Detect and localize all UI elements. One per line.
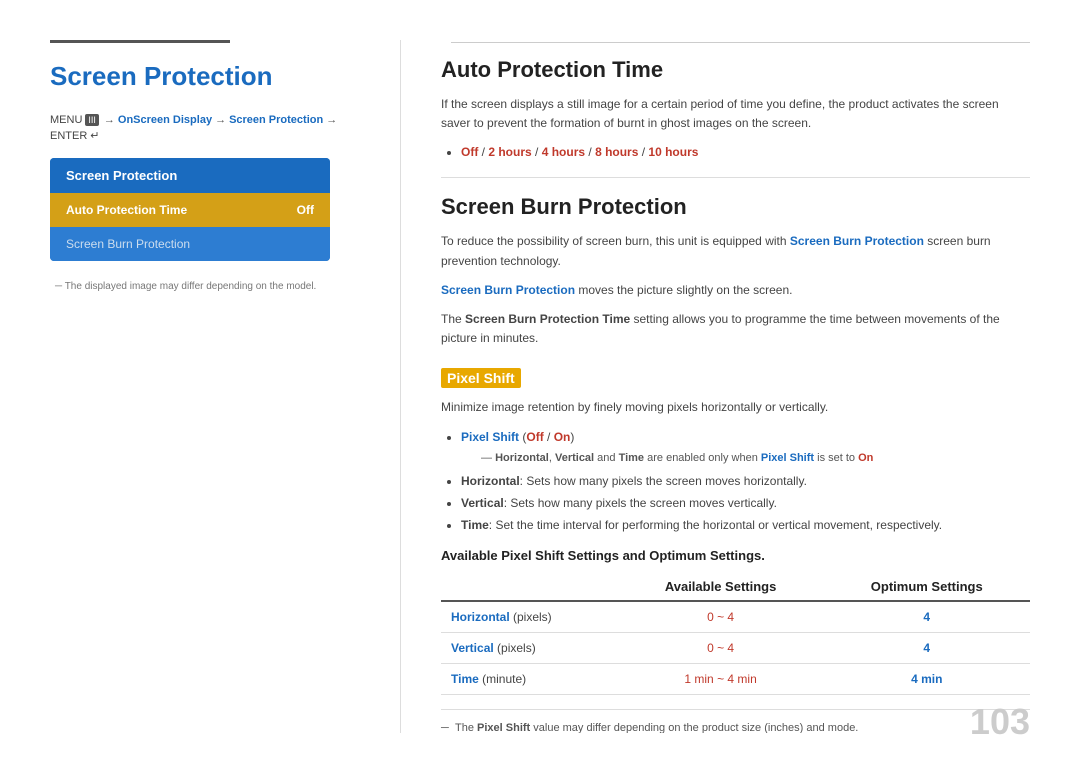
section-screen-burn: Screen Burn Protection To reduce the pos… [441, 194, 1030, 733]
nav-menu-box: Screen Protection Auto Protection Time O… [50, 158, 330, 261]
arrow3: → [326, 114, 337, 126]
time-label: Time [619, 452, 644, 464]
top-bar-right [451, 42, 1030, 43]
breadcrumb-enter: ENTER [50, 130, 87, 142]
section2-desc1: To reduce the possibility of screen burn… [441, 232, 1030, 270]
right-panel: Auto Protection Time If the screen displ… [431, 40, 1030, 733]
table-cell-horiz-optimum: 4 [823, 601, 1030, 633]
section2-title: Screen Burn Protection [441, 194, 1030, 220]
pixel-shift-table: Available Settings Optimum Settings Hori… [441, 573, 1030, 695]
time-bold: Time [461, 518, 489, 532]
bullet-time: Time: Set the time interval for performi… [461, 516, 1030, 534]
pixel-shift-onoff-label: Pixel Shift [461, 430, 519, 444]
nav-menu-header: Screen Protection [50, 158, 330, 193]
left-panel: Screen Protection MENU III → OnScreen Di… [50, 40, 370, 733]
nav-item-screen-burn[interactable]: Screen Burn Protection [50, 227, 330, 261]
vert-label: Vertical [555, 452, 594, 464]
table-title: Available Pixel Shift Settings and Optim… [441, 548, 1030, 563]
table-cell-time-label: Time (minute) [441, 664, 618, 695]
section1-bullet-item: Off / 2 hours / 4 hours / 8 hours / 10 h… [461, 143, 1030, 161]
bullet-vertical: Vertical: Sets how many pixels the scree… [461, 494, 1030, 512]
sbp-link1: Screen Burn Protection [790, 234, 924, 248]
table-vert-text: Vertical [451, 641, 494, 655]
pixel-shift-bullets: Pixel Shift (Off / On) Horizontal, Verti… [441, 428, 1030, 535]
ps-on2: On [858, 452, 873, 464]
bullet-horizontal: Horizontal: Sets how many pixels the scr… [461, 472, 1030, 490]
indent-note-1: Horizontal, Vertical and Time are enable… [461, 450, 1030, 467]
table-cell-horiz-label: Horizontal (pixels) [441, 601, 618, 633]
bullet-pixel-shift-onoff: Pixel Shift (Off / On) Horizontal, Verti… [461, 428, 1030, 467]
breadcrumb-onscreen: OnScreen Display [118, 114, 212, 126]
horiz-label: Horizontal [495, 452, 549, 464]
nav-item-label-auto: Auto Protection Time [66, 203, 187, 217]
table-row: Horizontal (pixels) 0 ~ 4 4 [441, 601, 1030, 633]
ps-on: On [554, 430, 571, 444]
enter-icon: ↵ [90, 129, 99, 142]
arrow1: → [104, 114, 115, 126]
table-cell-vert-available: 0 ~ 4 [618, 633, 824, 664]
sbp-link2: Screen Burn Protection [441, 283, 575, 297]
ps-off: Off [526, 430, 543, 444]
vertical-divider [400, 40, 401, 733]
bullet-8h: 8 hours [595, 145, 638, 159]
bullet-separator2: / [535, 145, 542, 159]
table-cell-vert-label: Vertical (pixels) [441, 633, 618, 664]
menu-icon: III [85, 114, 99, 126]
pixel-shift-desc: Minimize image retention by finely movin… [441, 398, 1030, 417]
table-cell-vert-optimum: 4 [823, 633, 1030, 664]
table-time-text: Time [451, 672, 479, 686]
section2-desc2: Screen Burn Protection moves the picture… [441, 281, 1030, 300]
arrow2: → [215, 114, 226, 126]
nav-item-value-auto: Off [297, 203, 314, 217]
section1-title: Auto Protection Time [441, 57, 1030, 83]
table-horiz-text: Horizontal [451, 610, 510, 624]
sbpt-bold: Screen Burn Protection Time [465, 312, 630, 326]
nav-item-label-burn: Screen Burn Protection [66, 237, 190, 251]
table-cell-time-optimum: 4 min [823, 664, 1030, 695]
left-note: The displayed image may differ depending… [50, 281, 340, 292]
horiz-bold: Horizontal [461, 474, 520, 488]
section-auto-protection: Auto Protection Time If the screen displ… [441, 57, 1030, 161]
bullet-2h: 2 hours [488, 145, 531, 159]
menu-label: MENU [50, 114, 82, 126]
table-cell-time-available: 1 min ~ 4 min [618, 664, 824, 695]
table-col-empty [441, 573, 618, 601]
bottom-note-1: The Pixel Shift value may differ dependi… [441, 720, 1030, 733]
pixel-shift-label: Pixel Shift [441, 368, 521, 388]
section-divider-1 [441, 177, 1030, 178]
table-cell-horiz-available: 0 ~ 4 [618, 601, 824, 633]
page-number: 103 [970, 701, 1030, 743]
bullet-4h: 4 hours [542, 145, 585, 159]
nav-item-auto-protection[interactable]: Auto Protection Time Off [50, 193, 330, 227]
ps-link: Pixel Shift [761, 452, 814, 464]
section1-bullet-list: Off / 2 hours / 4 hours / 8 hours / 10 h… [441, 143, 1030, 161]
ps-note1-bold: Pixel Shift [477, 722, 530, 733]
section2-desc3: The Screen Burn Protection Time setting … [441, 310, 1030, 348]
top-bar-left [50, 40, 230, 43]
table-col-available: Available Settings [618, 573, 824, 601]
breadcrumb: MENU III → OnScreen Display → Screen Pro… [50, 114, 340, 142]
bullet-off: Off [461, 145, 478, 159]
table-row: Time (minute) 1 min ~ 4 min 4 min [441, 664, 1030, 695]
breadcrumb-screenprotection: Screen Protection [229, 114, 323, 126]
table-col-optimum: Optimum Settings [823, 573, 1030, 601]
section1-desc: If the screen displays a still image for… [441, 95, 1030, 133]
table-row: Vertical (pixels) 0 ~ 4 4 [441, 633, 1030, 664]
page-title: Screen Protection [50, 61, 340, 92]
bottom-notes: The Pixel Shift value may differ dependi… [441, 709, 1030, 733]
vert-bold: Vertical [461, 496, 504, 510]
bullet-10h: 10 hours [648, 145, 698, 159]
